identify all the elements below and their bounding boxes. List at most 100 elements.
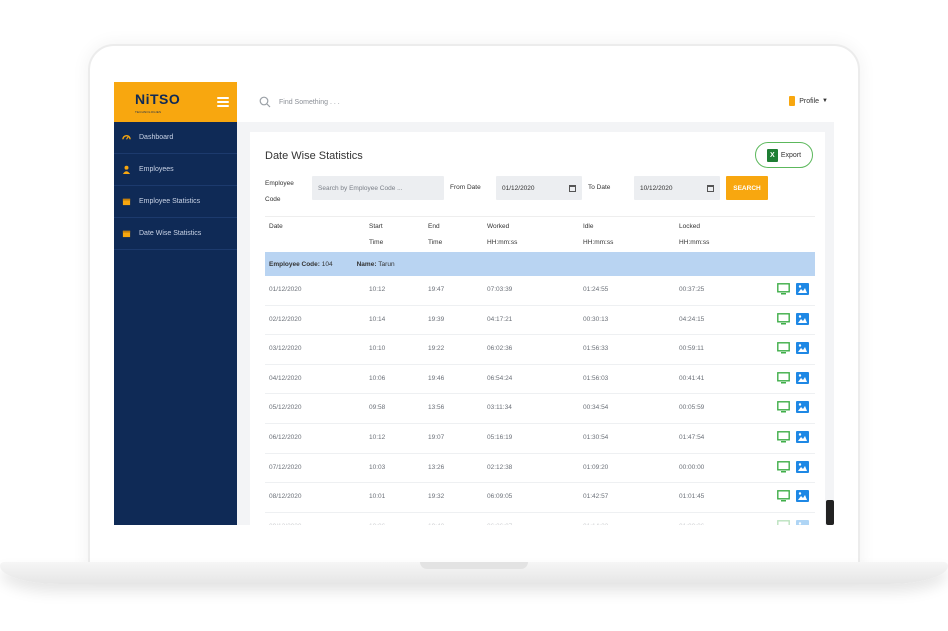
image-icon[interactable]	[796, 460, 809, 473]
monitor-icon[interactable]	[777, 312, 790, 325]
profile-label: Profile	[799, 97, 820, 105]
table-cell: 00:59:11	[679, 345, 704, 353]
table-cell: 19:07	[428, 433, 445, 441]
monitor-icon[interactable]	[777, 371, 790, 384]
table-cell: 00:34:54	[583, 404, 609, 412]
table-cell: 01:09:20	[583, 463, 609, 471]
col-locked: Locked HH:mm:ss	[679, 223, 710, 246]
sidebar: NiTSO TECHNOLOGIES Dashboard Employees E…	[114, 82, 237, 525]
table-cell: 01:42:57	[583, 493, 609, 501]
table-cell: 19:32	[428, 493, 445, 501]
calendar-icon	[122, 197, 131, 206]
table-cell: 00:37:25	[679, 286, 705, 293]
image-icon[interactable]	[796, 342, 809, 355]
table-cell: 13:26	[428, 463, 445, 471]
col-worked: Worked HH:mm:ss	[487, 223, 518, 246]
sidebar-item-label: Dashboard	[139, 134, 174, 141]
brand-logo-text: NiTSO	[135, 90, 181, 107]
image-icon[interactable]	[796, 490, 809, 503]
table-cell: 04:24:15	[679, 315, 705, 323]
monitor-icon[interactable]	[777, 431, 790, 443]
table-cell: 10:03	[369, 463, 386, 471]
table-cell: 10:12	[369, 286, 386, 293]
image-icon[interactable]	[796, 371, 809, 384]
search-icon[interactable]	[259, 96, 271, 108]
table-cell: 08/12/2020	[269, 493, 302, 501]
table-row: 07/12/2020 10:03 13:26 02:12:38 01:09:20 00:0…	[265, 454, 815, 484]
table-cell: 10:06	[369, 523, 385, 525]
col-start-time: Start Time	[369, 223, 384, 246]
image-icon[interactable]	[796, 519, 809, 525]
profile-menu[interactable]: Profile ▼	[789, 96, 828, 106]
table-cell: 01:47:54	[679, 433, 705, 441]
sidebar-item-employee-statistics[interactable]: Employee Statistics	[114, 186, 237, 218]
table-cell: 03/12/2020	[269, 345, 302, 353]
page-title: Date Wise Statistics	[265, 150, 363, 162]
sidebar-item-dashboard[interactable]: Dashboard	[114, 122, 237, 154]
table-cell: 01:24:55	[583, 286, 609, 293]
monitor-icon[interactable]	[777, 401, 790, 413]
scrollbar-thumb[interactable]	[826, 500, 834, 525]
calendar-icon	[122, 229, 131, 238]
table-cell: 00:00:00	[679, 463, 705, 471]
sidebar-item-date-wise-statistics[interactable]: Date Wise Statistics	[114, 218, 237, 250]
table-cell: 19:22	[428, 345, 445, 353]
table-cell: 01/12/2020	[269, 286, 302, 293]
table-cell: 05/12/2020	[269, 404, 302, 412]
from-date-value: 01/12/2020	[502, 184, 535, 192]
laptop-notch	[420, 562, 528, 569]
calendar-icon[interactable]	[569, 184, 576, 192]
table-cell: 06:54:24	[487, 374, 513, 382]
monitor-icon[interactable]	[777, 490, 790, 502]
table-row: 08/12/2020 10:01 19:32 06:09:05 01:42:57 01:0…	[265, 483, 815, 513]
export-button[interactable]: X Export	[755, 142, 813, 168]
table-cell: 10:12	[369, 433, 386, 441]
table-cell: 06:26:07	[487, 523, 512, 525]
employee-group-row: Employee Code: 104 Name: Tarun	[265, 252, 815, 276]
table-cell: 19:47	[428, 286, 445, 293]
image-icon[interactable]	[796, 312, 809, 325]
to-date-input[interactable]: 10/12/2020	[634, 176, 720, 200]
monitor-icon[interactable]	[777, 519, 790, 525]
calendar-icon[interactable]	[707, 184, 714, 192]
table-cell: 01:14:33	[583, 523, 608, 525]
search-button[interactable]: SEARCH	[726, 176, 768, 200]
export-label: Export	[780, 151, 802, 159]
table-body: 01/12/2020 10:12 19:47 07:03:39 01:24:55 00:3…	[265, 276, 815, 525]
table-cell: 19:46	[428, 374, 445, 382]
col-end-time: End Time	[428, 223, 443, 246]
table-cell: 19:39	[428, 315, 445, 323]
sidebar-item-employees[interactable]: Employees	[114, 154, 237, 186]
from-date-input[interactable]: 01/12/2020	[496, 176, 582, 200]
table-cell: 06:09:05	[487, 493, 513, 501]
monitor-icon[interactable]	[777, 460, 790, 473]
users-icon	[122, 165, 131, 174]
table-header: Date Start Time End Time Worked HH:mm:ss Id…	[265, 216, 815, 252]
employee-code-input[interactable]: Search by Employee Code ...	[312, 176, 444, 200]
table-row: 06/12/2020 10:12 19:07 05:16:19 01:30:54 01:4…	[265, 424, 815, 454]
image-icon[interactable]	[796, 430, 809, 443]
table-cell: 10:06	[369, 374, 386, 382]
table-cell: 07:03:39	[487, 286, 513, 293]
table-cell: 02/12/2020	[269, 315, 302, 323]
to-date-value: 10/12/2020	[640, 184, 673, 192]
table-cell: 00:30:13	[583, 315, 609, 323]
to-date-label: To Date	[588, 184, 611, 191]
table-cell: 09:58	[369, 404, 386, 412]
profile-icon	[789, 96, 796, 106]
image-icon[interactable]	[796, 401, 809, 414]
monitor-icon[interactable]	[777, 342, 790, 354]
sidebar-item-label: Date Wise Statistics	[139, 230, 202, 237]
image-icon[interactable]	[796, 283, 809, 295]
brand-logo[interactable]: NiTSO TECHNOLOGIES	[135, 91, 180, 114]
table-cell: 10:14	[369, 315, 386, 323]
employee-code-placeholder: Search by Employee Code ...	[318, 184, 403, 192]
table-cell: 19:40	[428, 523, 444, 525]
table-cell: 04/12/2020	[269, 374, 302, 382]
menu-toggle-icon[interactable]	[217, 97, 229, 107]
monitor-icon[interactable]	[777, 283, 790, 295]
employee-code-label: Employee Code	[265, 176, 294, 208]
stats-card: Date Wise Statistics X Export Employee C…	[250, 132, 825, 525]
table-cell: 03:11:34	[487, 404, 512, 412]
global-search-input[interactable]: Find Something . . .	[279, 99, 340, 106]
